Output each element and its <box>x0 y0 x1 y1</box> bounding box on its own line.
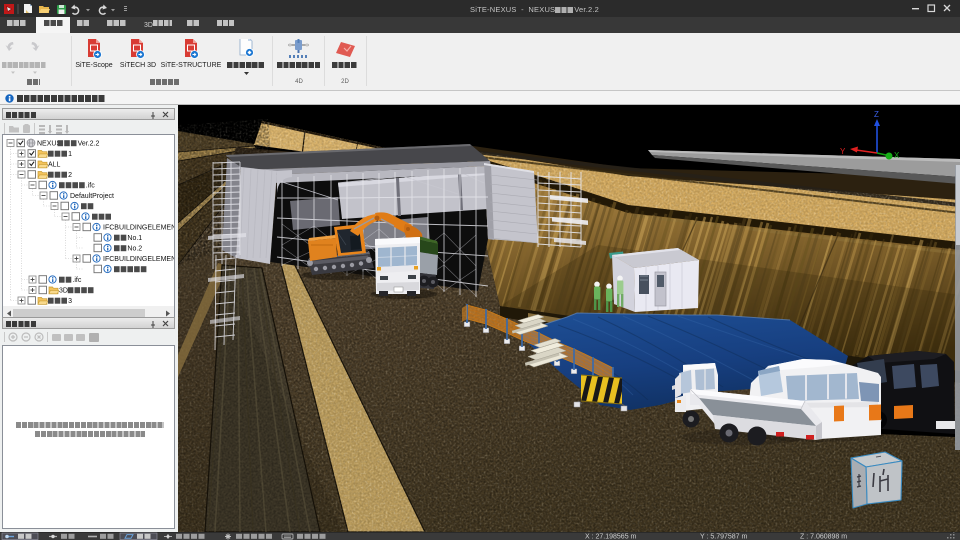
svg-text:X: X <box>894 151 900 160</box>
svg-text:X : 27.198565 m: X : 27.198565 m <box>585 534 637 540</box>
svg-text:IFCBUILDINGELEMEN: IFCBUILDINGELEMEN <box>103 225 174 232</box>
svg-text:2: 2 <box>68 172 72 179</box>
svg-text:DefaultProject: DefaultProject <box>70 193 114 200</box>
svg-text:Z : 7.060898 m: Z : 7.060898 m <box>800 534 847 540</box>
svg-text:1: 1 <box>68 151 72 158</box>
svg-text:No.1: No.1 <box>127 235 142 242</box>
svg-text:.ifc: .ifc <box>86 183 95 190</box>
svg-text:No.2: No.2 <box>127 246 142 253</box>
svg-text:Y : 5.797587 m: Y : 5.797587 m <box>700 534 748 540</box>
svg-text:ALL: ALL <box>48 162 61 169</box>
svg-text:Ver.2.2: Ver.2.2 <box>78 141 100 148</box>
svg-text:.ifc: .ifc <box>72 277 81 284</box>
svg-text:Z: Z <box>874 110 879 119</box>
svg-text:IFCBUILDINGELEMENTPR: IFCBUILDINGELEMENTPR <box>103 256 174 263</box>
svg-text:3D: 3D <box>59 288 68 295</box>
svg-text:Y: Y <box>840 147 846 156</box>
svg-text:3: 3 <box>68 298 72 305</box>
